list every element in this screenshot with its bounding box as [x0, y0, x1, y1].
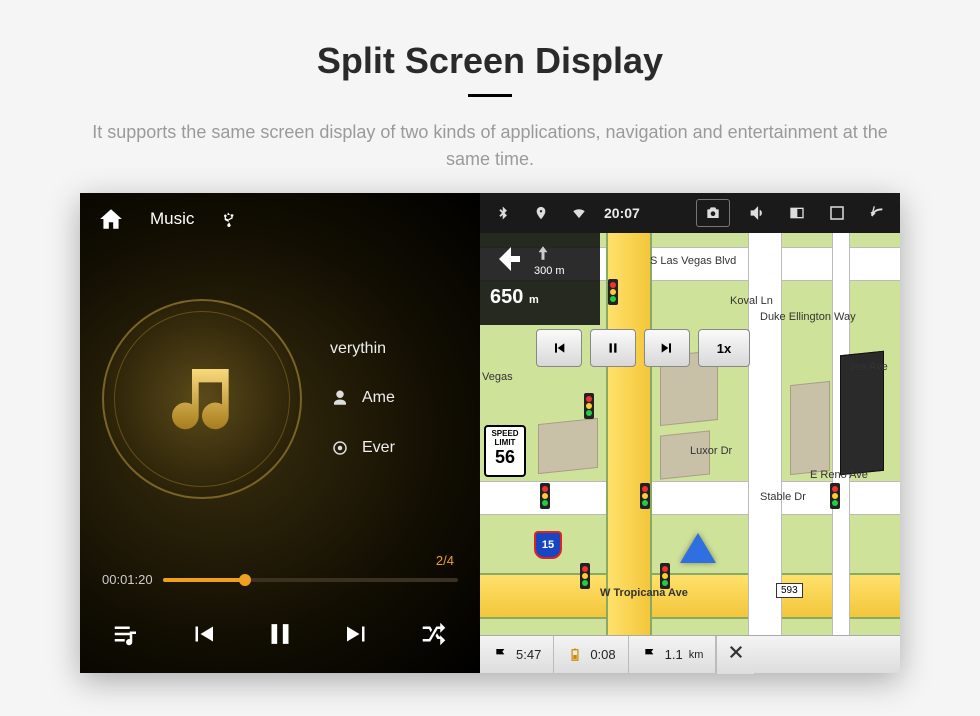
bluetooth-icon: [490, 200, 516, 226]
road: [748, 233, 782, 635]
track-title: verythin: [330, 340, 386, 358]
track-index: 2/4: [102, 553, 458, 568]
seek-fill: [163, 578, 246, 582]
title-underline: [468, 94, 512, 97]
split-screen-device: Music verythin: [80, 193, 900, 673]
seek-thumb[interactable]: [239, 574, 251, 586]
clock: 20:07: [604, 205, 640, 221]
music-pane: Music verythin: [80, 193, 480, 673]
eta-cell[interactable]: 5:47: [480, 636, 554, 673]
resize-button[interactable]: [784, 200, 810, 226]
building-3d: [538, 418, 598, 474]
prev-track-button[interactable]: [179, 610, 227, 658]
main-turn-distance: 650: [490, 286, 523, 308]
traffic-light-icon: [640, 483, 650, 509]
album-art[interactable]: [102, 299, 302, 499]
elapsed-time: 00:01:20: [102, 572, 153, 587]
current-position-icon: [680, 533, 716, 563]
screenshot-button[interactable]: [696, 199, 730, 227]
distance-value: 1.1: [665, 647, 683, 662]
eta-value: 5:47: [516, 647, 541, 662]
traffic-light-icon: [608, 279, 618, 305]
interstate-shield: 15: [534, 531, 562, 559]
street-label: Luxor Dr: [690, 445, 732, 457]
sim-controls: 1x: [536, 329, 750, 367]
usb-icon[interactable]: [220, 208, 236, 230]
time-remaining-cell[interactable]: 0:08: [554, 636, 628, 673]
track-title: Ame: [362, 389, 395, 407]
sim-prev-button[interactable]: [536, 329, 582, 367]
street-label: Koval Ln: [730, 295, 773, 307]
next-track-button[interactable]: [333, 610, 381, 658]
next-turn-unit: m: [555, 265, 564, 277]
back-button[interactable]: [864, 200, 890, 226]
track-row[interactable]: verythin: [330, 340, 480, 358]
street-label: iles Ave: [850, 361, 888, 373]
seek-bar[interactable]: [163, 578, 458, 582]
close-nav-button[interactable]: [716, 636, 754, 674]
music-controls: [80, 595, 480, 673]
artist-icon: [330, 388, 350, 408]
speed-value: 56: [486, 448, 524, 468]
close-icon: [727, 643, 745, 667]
building-3d: [790, 381, 830, 475]
home-icon[interactable]: [98, 206, 124, 232]
android-nav-pane: 20:07: [480, 193, 900, 673]
recent-apps-button[interactable]: [824, 200, 850, 226]
battery-icon: [566, 646, 584, 664]
traffic-light-icon: [540, 483, 550, 509]
street-label: S Las Vegas Blvd: [650, 255, 736, 267]
interstate-number: 15: [542, 539, 554, 551]
sim-speed-label: 1x: [717, 341, 731, 356]
pause-button[interactable]: [256, 610, 304, 658]
sim-next-button[interactable]: [644, 329, 690, 367]
playlist-button[interactable]: [102, 610, 150, 658]
traffic-light-icon: [660, 563, 670, 589]
flag-icon: [492, 646, 510, 664]
record-icon: [330, 438, 350, 458]
shuffle-button[interactable]: [410, 610, 458, 658]
speed-limit-sign: SPEED LIMIT 56: [484, 425, 526, 477]
street-label: Stable Dr: [760, 491, 806, 503]
music-app-label: Music: [150, 209, 194, 229]
distance-cell[interactable]: 1.1 km: [629, 636, 717, 673]
exit-number-badge: 593: [776, 583, 803, 598]
turn-up-icon: [534, 244, 552, 265]
track-row[interactable]: Ever: [330, 438, 480, 458]
page-title: Split Screen Display: [80, 40, 900, 82]
nav-bottom-bar: 5:47 0:08 1.1 km: [480, 635, 900, 673]
turn-left-icon: [490, 241, 526, 280]
speed-label: LIMIT: [495, 438, 516, 447]
traffic-light-icon: [580, 563, 590, 589]
music-note-icon: [162, 359, 242, 439]
page-subtitle: It supports the same screen display of t…: [80, 119, 900, 173]
music-body: verythin Ame Ever: [80, 245, 480, 553]
street-label: Duke Ellington Way: [760, 311, 856, 323]
traffic-light-icon: [584, 393, 594, 419]
track-title: Ever: [362, 439, 395, 457]
distance-unit: km: [689, 649, 704, 661]
speed-label: SPEED: [491, 429, 518, 438]
turn-instruction: 300 m 650 m: [480, 233, 600, 325]
navigation-map[interactable]: S Las Vegas Blvd Koval Ln Duke Ellington…: [480, 233, 900, 635]
time-remaining-value: 0:08: [590, 647, 615, 662]
location-icon: [528, 200, 554, 226]
volume-button[interactable]: [744, 200, 770, 226]
sim-speed-button[interactable]: 1x: [698, 329, 750, 367]
android-status-bar: 20:07: [480, 193, 900, 233]
sim-pause-button[interactable]: [590, 329, 636, 367]
music-topbar: Music: [80, 193, 480, 245]
track-row[interactable]: Ame: [330, 388, 480, 408]
progress-area: 2/4 00:01:20: [80, 553, 480, 595]
main-turn-unit: m: [529, 294, 539, 306]
page-header: Split Screen Display It supports the sam…: [20, 0, 960, 193]
street-label: E Reno Ave: [810, 469, 868, 481]
track-list: verythin Ame Ever: [330, 340, 480, 458]
next-turn-distance: 300: [534, 265, 552, 277]
street-label: W Tropicana Ave: [600, 587, 688, 599]
flag-icon: [641, 646, 659, 664]
wifi-icon: [566, 200, 592, 226]
street-label: Vegas: [482, 371, 513, 383]
traffic-light-icon: [830, 483, 840, 509]
